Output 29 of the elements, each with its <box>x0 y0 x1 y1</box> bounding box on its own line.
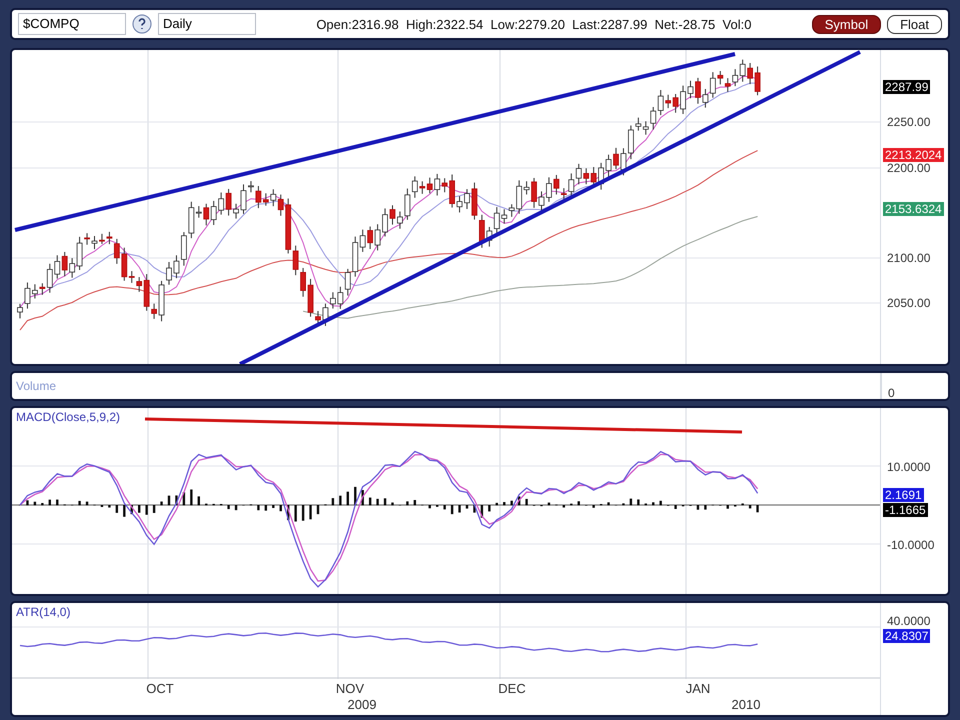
panel-title: MACD(Close,5,9,2) <box>16 410 120 424</box>
month-label: JAN <box>686 681 710 696</box>
value-tag: 2213.2024 <box>883 148 944 162</box>
help-icon[interactable] <box>132 14 152 34</box>
value-tag: 2.1691 <box>883 488 924 502</box>
axis-label: 40.0000 <box>887 613 930 629</box>
axis-label: -10.0000 <box>887 537 934 553</box>
value-tag: 2287.99 <box>883 80 930 94</box>
toolbar-button[interactable]: Float <box>887 14 942 34</box>
symbol-field[interactable]: $COMPQ <box>18 13 126 35</box>
axis-label: 2200.00 <box>887 160 930 176</box>
value-tag: 24.8307 <box>883 629 930 643</box>
month-label: DEC <box>498 681 526 696</box>
month-label: OCT <box>146 681 174 696</box>
axis-label: 2250.00 <box>887 114 930 130</box>
month-label: NOV <box>336 681 364 696</box>
panel-title: ATR(14,0) <box>16 605 70 619</box>
period-field[interactable]: Daily <box>158 13 256 35</box>
axis-label: 10.0000 <box>887 459 930 475</box>
year-label: 2010 <box>732 697 760 712</box>
axis-label: 2100.00 <box>887 250 930 266</box>
panel-title: Volume <box>15 379 56 393</box>
toolbar-button[interactable]: Symbol <box>812 14 882 34</box>
quote-text: Open:2316.98 High:2322.54 Low:2279.20 Last:2287.99 Net:-28.75 Vol:0 <box>315 16 752 32</box>
axis-label: 2050.00 <box>887 295 930 311</box>
value-tag: 2153.6324 <box>883 202 944 216</box>
axis-label: 0 <box>888 385 895 399</box>
year-label: 2009 <box>348 697 376 712</box>
value-tag: -1.1665 <box>883 503 928 517</box>
